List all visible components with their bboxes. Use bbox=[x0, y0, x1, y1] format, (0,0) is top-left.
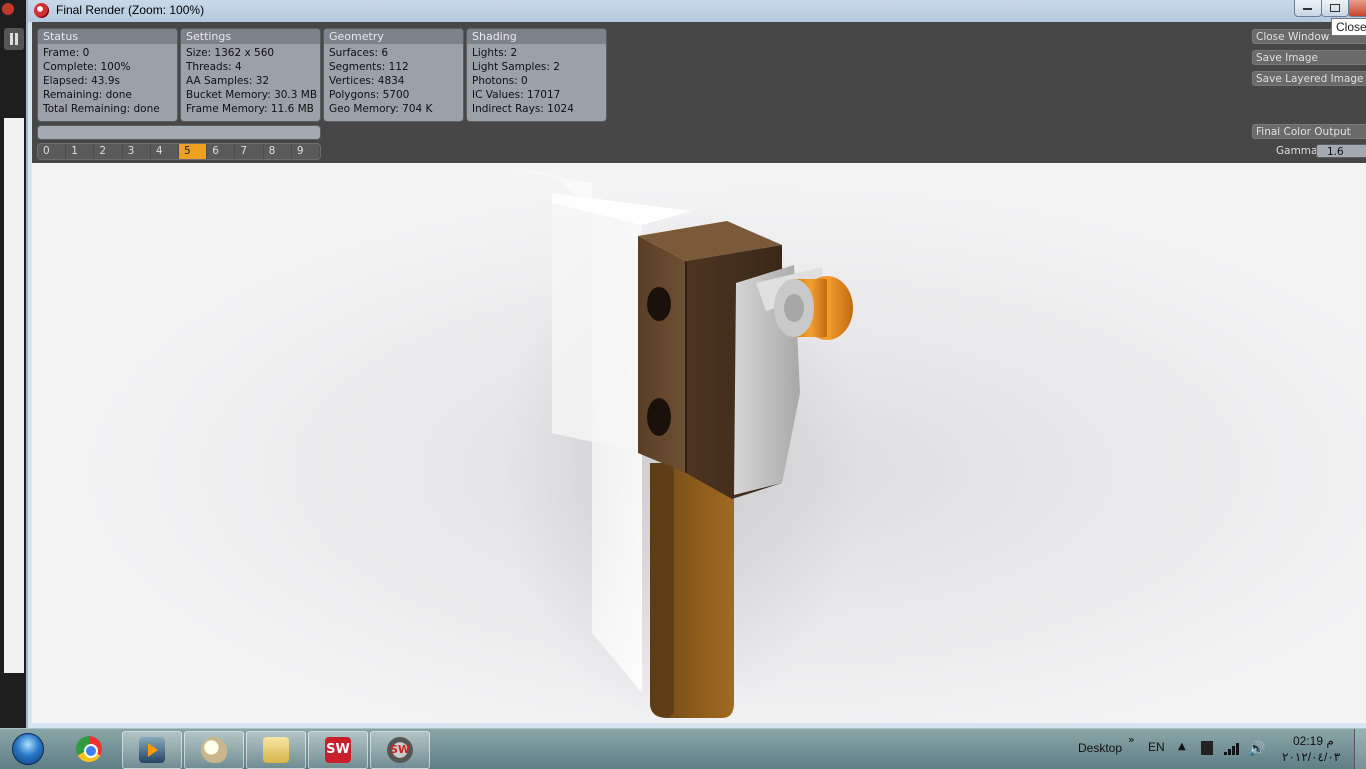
buffer-selector[interactable]: 0123456789 bbox=[37, 143, 321, 160]
chrome-icon bbox=[76, 736, 102, 762]
taskbar-paint[interactable] bbox=[184, 731, 244, 769]
settings-box-title: Settings bbox=[181, 29, 320, 44]
clock-date[interactable]: ٢٠١٢/٠٤/٠٣ bbox=[1282, 750, 1340, 764]
background-app-icon bbox=[2, 3, 14, 15]
taskbar-explorer[interactable] bbox=[246, 731, 306, 769]
minimize-button[interactable] bbox=[1294, 0, 1322, 17]
solidworks-render-icon: SW bbox=[387, 737, 413, 763]
buffer-tab[interactable]: 0 bbox=[38, 144, 67, 159]
status-box: Status Frame: 0 Complete: 100% Elapsed: … bbox=[37, 28, 178, 122]
render-progress-bar bbox=[37, 125, 321, 140]
start-button[interactable] bbox=[4, 729, 48, 769]
solidworks-icon: SW bbox=[325, 737, 351, 763]
status-box-title: Status bbox=[38, 29, 177, 44]
gamma-label: Gamma bbox=[1276, 145, 1318, 157]
save-image-button[interactable]: Save Image bbox=[1252, 50, 1366, 65]
taskbar-solidworks-render[interactable]: SW bbox=[370, 731, 430, 769]
render-viewport[interactable] bbox=[32, 163, 1366, 723]
buffer-tab[interactable]: 4 bbox=[151, 144, 180, 159]
show-desktop-button[interactable] bbox=[1354, 729, 1366, 769]
buffer-tab[interactable]: 7 bbox=[235, 144, 264, 159]
geometry-line: Polygons: 5700 bbox=[329, 89, 410, 101]
clock-time[interactable]: 02:19 م bbox=[1293, 734, 1334, 748]
shading-box: Shading Lights: 2 Light Samples: 2 Photo… bbox=[466, 28, 607, 122]
start-icon bbox=[12, 733, 44, 765]
action-center-icon[interactable] bbox=[1201, 741, 1213, 755]
geometry-line: Surfaces: 6 bbox=[329, 47, 389, 59]
paint-icon bbox=[201, 737, 227, 763]
taskbar: SW SW Desktop » EN ▲ 🔊 02:19 م ٢٠١٢/٠٤/٠… bbox=[0, 728, 1366, 769]
taskbar-media-player[interactable] bbox=[122, 731, 182, 769]
desktop-toolbar-label[interactable]: Desktop bbox=[1078, 741, 1122, 755]
settings-line: Frame Memory: 11.6 MB bbox=[186, 103, 314, 115]
settings-line: Threads: 4 bbox=[186, 61, 242, 73]
background-window bbox=[0, 0, 28, 728]
maximize-button[interactable] bbox=[1321, 0, 1349, 17]
pause-icon bbox=[4, 28, 24, 50]
buffer-tab[interactable]: 8 bbox=[264, 144, 292, 159]
geometry-line: Geo Memory: 704 K bbox=[329, 103, 433, 115]
shading-line: Light Samples: 2 bbox=[472, 61, 560, 73]
settings-line: AA Samples: 32 bbox=[186, 75, 270, 87]
shading-box-title: Shading bbox=[467, 29, 606, 44]
gamma-input[interactable]: 1.6 bbox=[1316, 144, 1366, 158]
status-line: Frame: 0 bbox=[43, 47, 90, 59]
taskbar-chrome[interactable] bbox=[60, 731, 118, 767]
shading-line: IC Values: 17017 bbox=[472, 89, 561, 101]
buffer-tab[interactable]: 3 bbox=[123, 144, 151, 159]
buffer-tab[interactable]: 6 bbox=[207, 144, 236, 159]
taskbar-solidworks[interactable]: SW bbox=[308, 731, 368, 769]
rendered-limit-switch bbox=[502, 168, 862, 723]
settings-line: Size: 1362 x 560 bbox=[186, 47, 275, 59]
shading-line: Photons: 0 bbox=[472, 75, 528, 87]
language-indicator[interactable]: EN bbox=[1148, 740, 1165, 754]
final-color-output-dropdown[interactable]: Final Color Output bbox=[1252, 124, 1366, 139]
render-app-icon[interactable] bbox=[34, 3, 49, 18]
window-title: Final Render (Zoom: 100%) bbox=[56, 3, 205, 17]
render-stats-panel: Status Frame: 0 Complete: 100% Elapsed: … bbox=[32, 22, 1366, 163]
status-line: Total Remaining: done bbox=[43, 103, 160, 115]
status-line: Elapsed: 43.9s bbox=[43, 75, 120, 87]
title-bar[interactable]: Final Render (Zoom: 100%) bbox=[28, 0, 1366, 22]
explorer-icon bbox=[263, 737, 289, 763]
volume-icon[interactable]: 🔊 bbox=[1248, 741, 1265, 757]
show-hidden-icons-icon[interactable]: ▲ bbox=[1178, 741, 1186, 752]
render-window: Final Render (Zoom: 100%) Close Status F… bbox=[26, 0, 1366, 728]
background-document bbox=[4, 118, 24, 673]
buffer-tab[interactable]: 5 bbox=[179, 144, 208, 159]
shading-line: Lights: 2 bbox=[472, 47, 518, 59]
status-line: Remaining: done bbox=[43, 89, 132, 101]
media-player-icon bbox=[139, 737, 165, 763]
geometry-line: Vertices: 4834 bbox=[329, 75, 405, 87]
save-layered-image-button[interactable]: Save Layered Image bbox=[1252, 71, 1366, 86]
buffer-tab[interactable]: 1 bbox=[66, 144, 95, 159]
geometry-box-title: Geometry bbox=[324, 29, 463, 44]
shading-line: Indirect Rays: 1024 bbox=[472, 103, 574, 115]
geometry-line: Segments: 112 bbox=[329, 61, 409, 73]
status-line: Complete: 100% bbox=[43, 61, 131, 73]
buffer-tab[interactable]: 9 bbox=[292, 144, 320, 159]
geometry-box: Geometry Surfaces: 6 Segments: 112 Verti… bbox=[323, 28, 464, 122]
network-icon[interactable] bbox=[1224, 743, 1240, 755]
close-button[interactable] bbox=[1348, 0, 1366, 17]
settings-box: Settings Size: 1362 x 560 Threads: 4 AA … bbox=[180, 28, 321, 122]
buffer-tab[interactable]: 2 bbox=[94, 144, 123, 159]
settings-line: Bucket Memory: 30.3 MB bbox=[186, 89, 318, 101]
toolbar-expand-icon[interactable]: » bbox=[1128, 733, 1135, 746]
close-tooltip: Close bbox=[1331, 18, 1366, 36]
